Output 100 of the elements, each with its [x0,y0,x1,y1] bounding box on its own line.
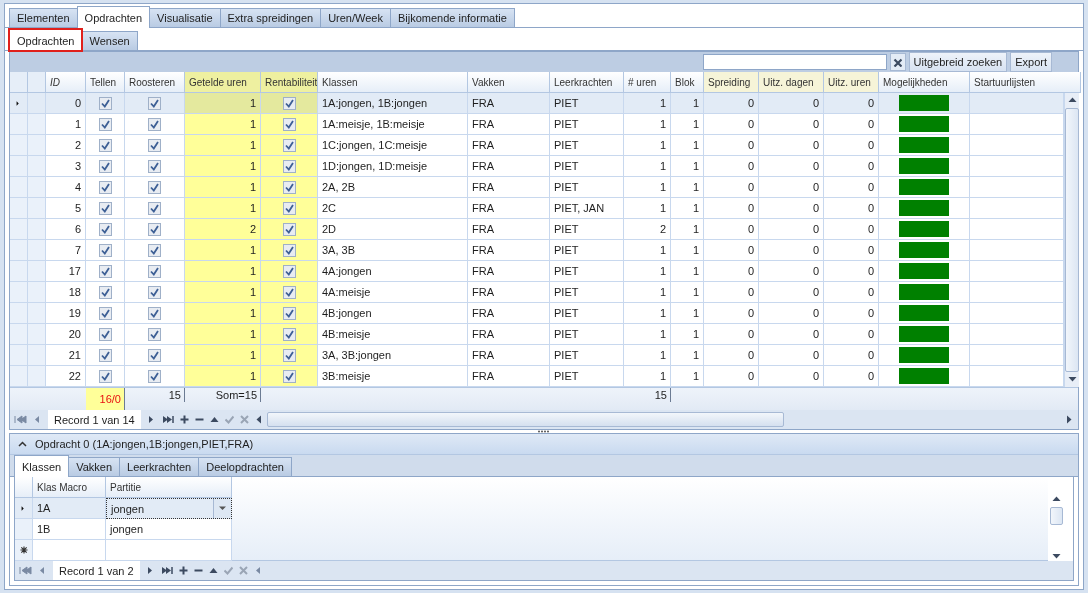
first-record-button[interactable] [19,566,32,575]
column-header[interactable]: Spreiding [704,72,759,93]
scrollbar-thumb[interactable] [266,412,784,427]
checkbox[interactable] [148,159,161,173]
tab[interactable]: Vakken [68,457,120,476]
scroll-down-icon[interactable] [1067,375,1077,384]
checkbox[interactable] [148,117,161,131]
checkbox[interactable] [98,327,112,341]
clear-search-button[interactable] [889,53,906,71]
column-header[interactable]: Blok [671,72,704,93]
column-header[interactable]: Partitie [106,477,232,498]
column-header[interactable]: Vakken [468,72,550,93]
checkbox[interactable] [98,369,112,383]
column-header[interactable]: Mogelijkheden [879,72,970,93]
column-header[interactable]: Getelde uren [185,72,261,93]
checkbox[interactable] [148,327,161,341]
checkbox[interactable] [282,96,296,110]
checkbox[interactable] [148,348,161,362]
close-icon[interactable] [893,57,903,67]
checkbox[interactable] [148,306,161,320]
checkbox[interactable] [98,180,112,194]
checkbox[interactable] [148,285,161,299]
column-header[interactable]: Uitz. dagen [759,72,824,93]
tab[interactable]: Opdrachten [76,6,151,28]
scroll-left-icon[interactable] [254,415,264,424]
scrollbar[interactable] [1064,93,1079,387]
checkbox[interactable] [282,117,296,131]
last-record-button[interactable] [161,415,174,424]
next-record-button[interactable] [145,566,155,575]
up-button[interactable] [208,566,218,575]
checkbox[interactable] [98,96,112,110]
scrollbar-thumb[interactable] [1050,507,1063,525]
column-header[interactable]: Startuurlijsten [970,72,1081,93]
scrollbar-thumb[interactable] [1065,108,1079,372]
scroll-right-icon[interactable] [1065,415,1074,424]
last-record-button[interactable] [160,566,173,575]
dropdown-field[interactable]: jongen [106,498,232,519]
checkbox[interactable] [98,306,112,320]
previous-record-button[interactable] [33,415,42,424]
column-header[interactable]: ID [46,72,86,93]
checkbox[interactable] [282,285,296,299]
checkbox[interactable] [282,243,296,257]
toolbar-button[interactable]: Export [1010,52,1052,72]
column-header[interactable]: Roosteren [125,72,185,93]
splitter-handle-icon[interactable] [538,430,550,433]
checkbox[interactable] [98,264,112,278]
tab[interactable]: Elementen [9,8,78,27]
column-header[interactable]: # uren [624,72,671,93]
first-record-button[interactable] [14,415,27,424]
previous-record-button[interactable] [38,566,47,575]
search-field[interactable] [702,54,887,70]
toolbar-button[interactable]: Uitgebreid zoeken [908,52,1008,72]
checkbox[interactable] [148,264,161,278]
tab[interactable]: Klassen [14,455,70,477]
checkbox[interactable] [98,285,112,299]
checkbox[interactable] [282,306,296,320]
next-record-button[interactable] [146,415,156,424]
checkbox[interactable] [98,138,112,152]
checkbox[interactable] [148,96,161,110]
checkbox[interactable] [282,138,296,152]
tab[interactable]: Extra spreidingen [219,8,322,27]
checkbox[interactable] [282,327,296,341]
tab[interactable]: Deelopdrachten [198,457,292,476]
column-header[interactable]: Uitz. uren [824,72,879,93]
column-header[interactable]: Klassen [318,72,468,93]
column-header[interactable]: Tellen [86,72,125,93]
checkbox[interactable] [148,243,161,257]
tab[interactable]: Wensen [81,31,138,50]
checkbox[interactable] [148,180,161,194]
checkbox[interactable] [282,348,296,362]
row-indicator[interactable] [15,540,33,561]
checkbox[interactable] [98,348,112,362]
add-record-button[interactable] [178,566,188,575]
column-header[interactable]: Klas Macro [33,477,106,498]
checkbox[interactable] [282,222,296,236]
checkbox[interactable] [282,159,296,173]
checkbox[interactable] [98,117,112,131]
caret-icon[interactable] [218,504,227,513]
checkbox[interactable] [98,159,112,173]
checkbox[interactable] [148,369,161,383]
dropdown-button[interactable] [213,499,231,518]
checkbox[interactable] [98,222,112,236]
checkbox[interactable] [282,201,296,215]
checkbox[interactable] [98,243,112,257]
tab[interactable]: Uren/Week [320,8,391,27]
checkbox[interactable] [98,201,112,215]
checkbox[interactable] [148,201,161,215]
up-button[interactable] [209,415,219,424]
checkbox[interactable] [282,369,296,383]
checkbox[interactable] [282,180,296,194]
tab[interactable]: Leerkrachten [119,457,200,476]
checkbox[interactable] [148,222,161,236]
scroll-up-icon[interactable] [1052,495,1061,504]
scroll-up-icon[interactable] [1067,96,1077,105]
checkbox[interactable] [282,264,296,278]
tab[interactable]: Opdrachten [9,29,83,51]
add-record-button[interactable] [179,415,189,424]
tab[interactable]: Bijkomende informatie [389,8,515,27]
tab[interactable]: Visualisatie [149,8,221,27]
checkbox[interactable] [148,138,161,152]
